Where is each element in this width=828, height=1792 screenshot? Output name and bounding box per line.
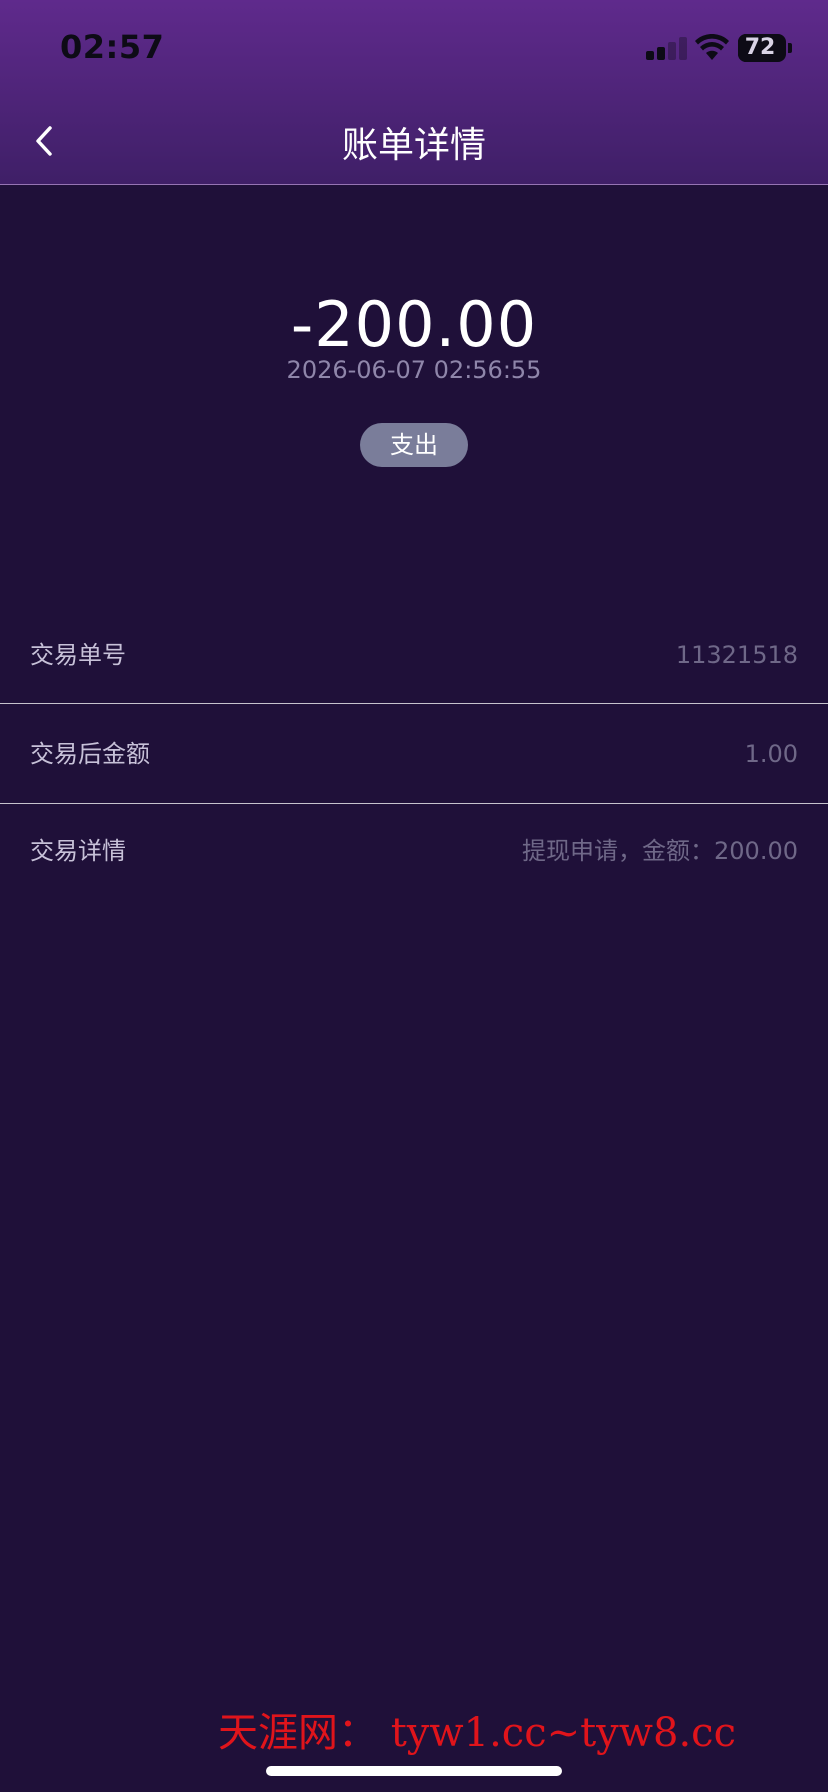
detail-row-description: 交易详情 提现申请，金额：200.00 [0, 802, 828, 900]
divider [0, 703, 828, 704]
status-time: 02:57 [60, 28, 165, 66]
detail-label: 交易后金额 [30, 740, 150, 768]
detail-value: 提现申请，金额：200.00 [522, 837, 798, 865]
battery-icon: 72 [738, 34, 792, 62]
battery-tip [788, 43, 792, 53]
home-indicator[interactable] [266, 1766, 562, 1776]
detail-row-order-number: 交易单号 11321518 [0, 606, 828, 704]
detail-value: 11321518 [675, 641, 798, 669]
detail-value: 1.00 [744, 740, 798, 768]
transaction-datetime: 2026-06-07 02:56:55 [286, 356, 542, 384]
detail-label: 交易单号 [30, 641, 126, 669]
page-title: 账单详情 [341, 125, 486, 166]
transaction-type-badge: 支出 [360, 423, 468, 467]
transaction-amount: -200.00 [290, 288, 538, 361]
battery-percent: 72 [744, 35, 776, 60]
cellular-signal-icon [646, 36, 688, 60]
header: 02:57 72 账单详情 [0, 0, 828, 185]
wifi-icon [695, 34, 729, 60]
detail-label: 交易详情 [30, 837, 126, 865]
watermark-text: 天涯网： tyw1.cc~tyw8.cc [218, 1710, 736, 1756]
status-icons: 72 [646, 34, 796, 66]
detail-row-balance-after: 交易后金额 1.00 [0, 705, 828, 803]
